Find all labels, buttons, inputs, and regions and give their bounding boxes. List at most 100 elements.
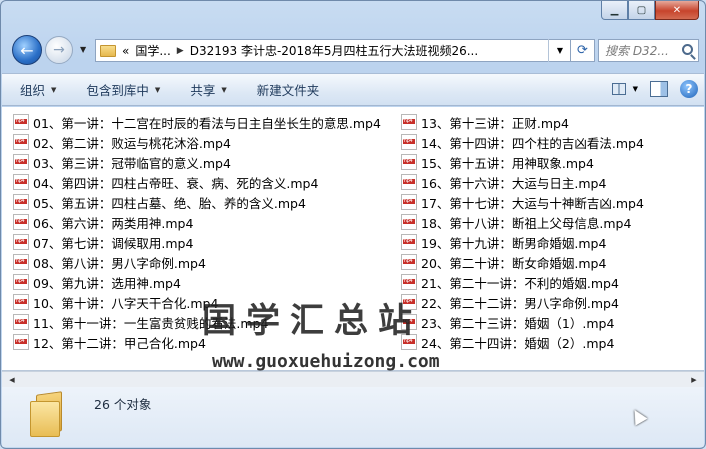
search-icon xyxy=(682,44,693,55)
history-dropdown-icon[interactable]: ▼ xyxy=(80,45,86,54)
mp4-file-icon xyxy=(13,274,29,290)
mp4-file-icon xyxy=(13,134,29,150)
mp4-file-icon xyxy=(13,254,29,270)
file-item[interactable]: 06、第六讲：两类用神.mp4 xyxy=(13,212,381,232)
file-item[interactable]: 04、第四讲：四柱占帝旺、衰、病、死的含义.mp4 xyxy=(13,172,381,192)
breadcrumb-segment[interactable]: 国学... xyxy=(135,42,170,59)
file-item[interactable]: 16、第十六讲：大运与日主.mp4 xyxy=(401,172,644,192)
file-name: 13、第十三讲：正财.mp4 xyxy=(421,115,569,131)
maximize-icon[interactable]: ▢ xyxy=(628,1,655,20)
search-input[interactable]: 搜索 D32... xyxy=(598,39,699,62)
search-placeholder: 搜索 D32... xyxy=(605,44,669,58)
file-name: 02、第二讲：败运与桃花沐浴.mp4 xyxy=(33,135,231,151)
explorer-window: ▁ ▢ ✕ ← → ▼ « 国学... ▶ D32193 李计忠-2018年5月… xyxy=(0,0,706,449)
file-name: 16、第十六讲：大运与日主.mp4 xyxy=(421,175,607,191)
file-name: 22、第二十二讲：男八字命例.mp4 xyxy=(421,295,619,311)
address-bar[interactable]: « 国学... ▶ D32193 李计忠-2018年5月四柱五行大法班视频26.… xyxy=(95,39,571,62)
refresh-icon[interactable]: ⟳ xyxy=(571,39,595,62)
include-in-library-menu[interactable]: 包含到库中 ▼ xyxy=(86,80,160,99)
file-name: 04、第四讲：四柱占帝旺、衰、病、死的含义.mp4 xyxy=(33,175,319,191)
folder-icon xyxy=(100,44,116,57)
file-name: 15、第十五讲：用神取象.mp4 xyxy=(421,155,594,171)
file-item[interactable]: 09、第九讲：选用神.mp4 xyxy=(13,272,381,292)
mp4-file-icon xyxy=(401,114,417,130)
file-item[interactable]: 23、第二十三讲：婚姻（1）.mp4 xyxy=(401,312,644,332)
file-name: 05、第五讲：四柱占墓、绝、胎、养的含义.mp4 xyxy=(33,195,306,211)
chevron-down-icon: ▼ xyxy=(221,85,227,94)
file-name: 03、第三讲：冠带临官的意义.mp4 xyxy=(33,155,231,171)
file-item[interactable]: 05、第五讲：四柱占墓、绝、胎、养的含义.mp4 xyxy=(13,192,381,212)
file-name: 17、第十七讲：大运与十神断吉凶.mp4 xyxy=(421,195,644,211)
watermark-url: www.guoxuehuizong.com xyxy=(212,351,440,372)
file-item[interactable]: 15、第十五讲：用神取象.mp4 xyxy=(401,152,644,172)
share-label: 共享 xyxy=(190,83,216,98)
forward-button[interactable]: → xyxy=(45,36,73,64)
file-item[interactable]: 13、第十三讲：正财.mp4 xyxy=(401,112,644,132)
file-item[interactable]: 21、第二十一讲：不利的婚姻.mp4 xyxy=(401,272,644,292)
organize-menu[interactable]: 组织 ▼ xyxy=(20,80,56,99)
chevron-down-icon: ▼ xyxy=(154,85,161,94)
details-pane: 26 个对象 xyxy=(2,387,704,447)
file-name: 07、第七讲：调候取用.mp4 xyxy=(33,235,194,251)
scroll-left-icon[interactable]: ◀ xyxy=(5,374,19,385)
file-name: 24、第二十四讲：婚姻（2）.mp4 xyxy=(421,335,615,351)
mp4-file-icon xyxy=(13,294,29,310)
help-icon[interactable]: ? xyxy=(680,80,698,98)
file-item[interactable]: 08、第八讲：男八字命例.mp4 xyxy=(13,252,381,272)
mp4-file-icon xyxy=(13,194,29,210)
chevron-down-icon[interactable]: ▼ xyxy=(633,85,638,93)
new-folder-button[interactable]: 新建文件夹 xyxy=(257,80,320,99)
mp4-file-icon xyxy=(13,114,29,130)
mp4-file-icon xyxy=(401,214,417,230)
navigation-bar: ← → ▼ « 国学... ▶ D32193 李计忠-2018年5月四柱五行大法… xyxy=(9,33,699,67)
mp4-file-icon xyxy=(13,174,29,190)
scroll-right-icon[interactable]: ▶ xyxy=(687,374,701,385)
horizontal-scrollbar[interactable]: ◀ ▶ xyxy=(2,371,704,387)
address-overflow[interactable]: « xyxy=(122,44,129,58)
close-icon[interactable]: ✕ xyxy=(655,1,699,20)
file-name: 18、第十八讲：断祖上父母信息.mp4 xyxy=(421,215,632,231)
folder-icon xyxy=(30,391,68,437)
arrow-right-icon: → xyxy=(53,42,65,58)
file-item[interactable]: 20、第二十讲：断女命婚姻.mp4 xyxy=(401,252,644,272)
organize-label: 组织 xyxy=(20,83,46,98)
command-bar: 组织 ▼ 包含到库中 ▼ 共享 ▼ 新建文件夹 ▼ ? xyxy=(2,73,704,106)
file-item[interactable]: 03、第三讲：冠带临官的意义.mp4 xyxy=(13,152,381,172)
file-item[interactable]: 07、第七讲：调候取用.mp4 xyxy=(13,232,381,252)
back-button[interactable]: ← xyxy=(12,35,42,65)
file-item[interactable]: 17、第十七讲：大运与十神断吉凶.mp4 xyxy=(401,192,644,212)
file-item[interactable]: 22、第二十二讲：男八字命例.mp4 xyxy=(401,292,644,312)
breadcrumb-segment[interactable]: D32193 李计忠-2018年5月四柱五行大法班视频26... xyxy=(190,42,478,59)
include-library-label: 包含到库中 xyxy=(86,83,149,98)
file-name: 06、第六讲：两类用神.mp4 xyxy=(33,215,194,231)
file-name: 19、第十九讲：断男命婚姻.mp4 xyxy=(421,235,607,251)
address-dropdown-icon[interactable]: ▼ xyxy=(548,39,571,62)
file-item[interactable]: 02、第二讲：败运与桃花沐浴.mp4 xyxy=(13,132,381,152)
file-column-right: 13、第十三讲：正财.mp4 14、第十四讲：四个柱的吉凶看法.mp4 15、第十五… xyxy=(401,112,644,352)
file-name: 10、第十讲：八字天干合化.mp4 xyxy=(33,295,219,311)
new-folder-label: 新建文件夹 xyxy=(256,83,320,98)
mp4-file-icon xyxy=(13,314,29,330)
file-name: 23、第二十三讲：婚姻（1）.mp4 xyxy=(421,315,615,331)
file-item[interactable]: 24、第二十四讲：婚姻（2）.mp4 xyxy=(401,332,644,352)
file-list[interactable]: 01、第一讲：十二宫在时辰的看法与日主自坐长生的意思.mp4 02、第二讲：败运与… xyxy=(2,107,704,372)
mouse-cursor-icon xyxy=(628,406,648,426)
mp4-file-icon xyxy=(401,254,417,270)
file-item[interactable]: 01、第一讲：十二宫在时辰的看法与日主自坐长生的意思.mp4 xyxy=(13,112,381,132)
mp4-file-icon xyxy=(13,234,29,250)
file-item[interactable]: 18、第十八讲：断祖上父母信息.mp4 xyxy=(401,212,644,232)
mp4-file-icon xyxy=(13,334,29,350)
view-controls: ▼ ? xyxy=(609,80,698,98)
mp4-file-icon xyxy=(401,134,417,150)
mp4-file-icon xyxy=(401,274,417,290)
file-name: 08、第八讲：男八字命例.mp4 xyxy=(33,255,206,271)
chevron-right-icon[interactable]: ▶ xyxy=(177,46,184,56)
mp4-file-icon xyxy=(13,214,29,230)
file-name: 09、第九讲：选用神.mp4 xyxy=(33,275,181,291)
minimize-icon[interactable]: ▁ xyxy=(601,1,628,20)
share-menu[interactable]: 共享 ▼ xyxy=(190,80,226,99)
file-item[interactable]: 14、第十四讲：四个柱的吉凶看法.mp4 xyxy=(401,132,644,152)
preview-pane-icon[interactable] xyxy=(650,81,668,97)
change-view-button[interactable] xyxy=(609,80,629,98)
file-item[interactable]: 19、第十九讲：断男命婚姻.mp4 xyxy=(401,232,644,252)
